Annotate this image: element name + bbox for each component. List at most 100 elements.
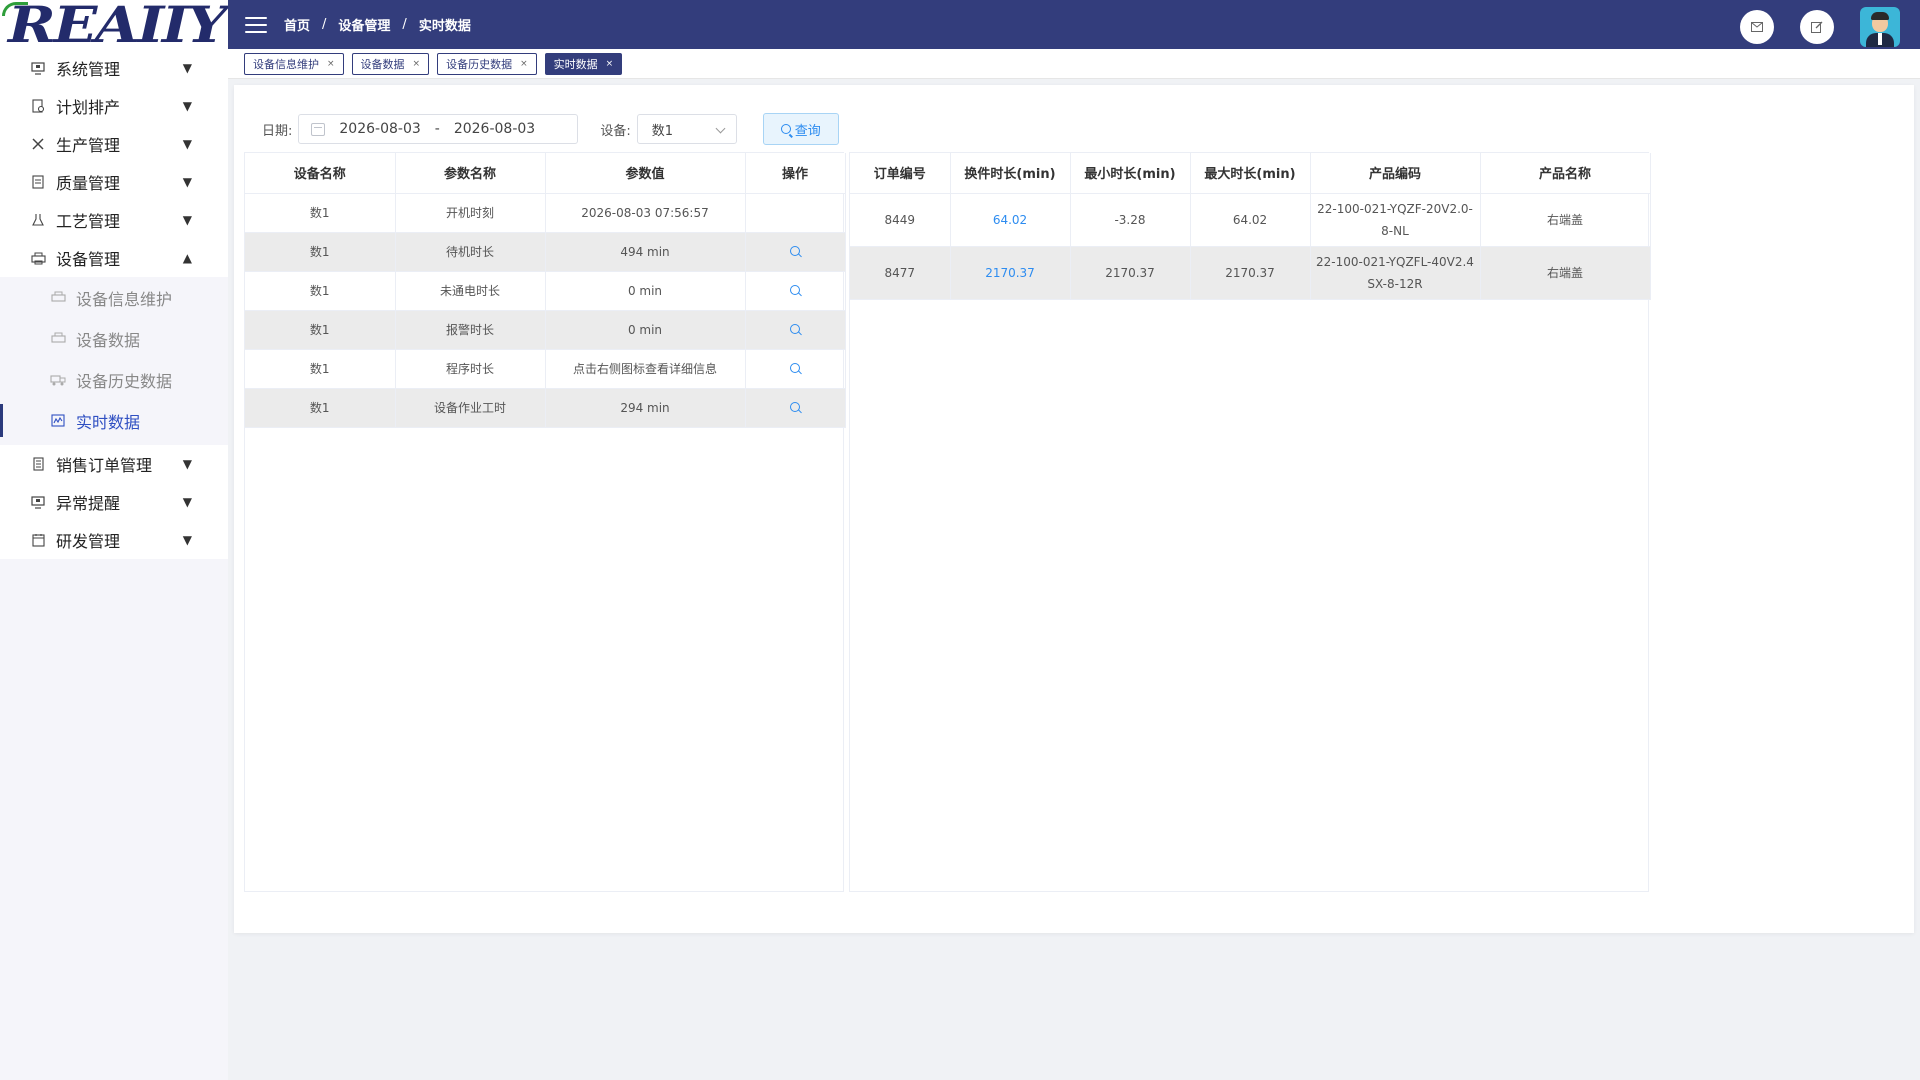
sidebar-item-planning[interactable]: 计划排产 ▼	[0, 87, 228, 125]
tab-realtime-data[interactable]: 实时数据 ×	[544, 52, 623, 75]
cell-value: 2026-08-03 07:56:57	[545, 193, 746, 233]
flask-icon	[30, 212, 46, 228]
tab-equipment-data[interactable]: 设备数据 ×	[351, 52, 430, 75]
sidebar-item-alerts[interactable]: 异常提醒 ▼	[0, 483, 228, 521]
sidebar-subitem-realtime[interactable]: 实时数据	[0, 400, 228, 441]
receipt-icon	[30, 456, 46, 472]
chart-line-icon	[50, 413, 66, 429]
cell-action	[745, 232, 846, 272]
tabs-bar: 设备信息维护 × 设备数据 × 设备历史数据 × 实时数据 ×	[228, 49, 1920, 79]
search-icon	[780, 124, 791, 134]
sidebar-subitem-label: 设备信息维护	[76, 289, 173, 309]
device-select[interactable]: 数1	[636, 114, 737, 144]
search-icon[interactable]	[790, 323, 800, 334]
sidebar-item-equipment[interactable]: 设备管理 ▲	[0, 239, 228, 277]
hamburger-menu-icon[interactable]	[245, 16, 267, 33]
mail-button[interactable]	[1740, 10, 1774, 44]
device-label: 设备:	[600, 123, 631, 139]
cell-param: 报警时长	[395, 310, 546, 350]
close-icon[interactable]: ×	[327, 59, 335, 69]
cell-change-duration-link[interactable]: 2170.37	[950, 246, 1071, 300]
top-header: 首页 / 设备管理 / 实时数据	[228, 0, 1920, 49]
search-icon[interactable]	[790, 284, 800, 295]
monitor-alert-icon	[30, 494, 46, 510]
logo: REAIIY	[0, 0, 228, 49]
edit-button[interactable]	[1800, 10, 1834, 44]
document-gear-icon	[30, 98, 46, 114]
sidebar-subitem-equipment-data[interactable]: 设备数据	[0, 318, 228, 359]
sidebar-item-process[interactable]: 工艺管理 ▼	[0, 201, 228, 239]
main-card: 日期: 2026-08-03 - 2026-08-03 设备: 数1 查询 设备…	[234, 85, 1914, 933]
calendar-icon	[30, 532, 46, 548]
breadcrumb: 首页 / 设备管理 / 实时数据	[284, 15, 471, 34]
chevron-down-icon	[715, 123, 726, 134]
cell-max: 2170.37	[1190, 246, 1311, 300]
sidebar-item-system[interactable]: 系统管理 ▼	[0, 49, 228, 87]
column-header: 参数值	[545, 153, 746, 194]
cell-value: 494 min	[545, 232, 746, 272]
cell-param: 待机时长	[395, 232, 546, 272]
caret-down-icon: ▼	[182, 533, 192, 547]
caret-up-icon: ▲	[182, 251, 192, 265]
sidebar-subitem-equipment-info[interactable]: 设备信息维护	[0, 277, 228, 318]
cell-value: 点击右侧图标查看详细信息	[545, 349, 746, 389]
search-icon[interactable]	[790, 245, 800, 256]
search-icon[interactable]	[790, 401, 800, 412]
table-row: 8449 64.02 -3.28 64.02 22-100-021-YQZF-2…	[850, 193, 1651, 247]
tab-equipment-info[interactable]: 设备信息维护 ×	[244, 52, 344, 75]
cell-action	[745, 193, 846, 233]
cell-action	[745, 349, 846, 389]
user-avatar[interactable]	[1860, 7, 1900, 47]
header-actions	[1714, 7, 1900, 47]
cell-action	[745, 271, 846, 311]
date-range-picker[interactable]: 2026-08-03 - 2026-08-03	[298, 114, 579, 144]
cell-param: 程序时长	[395, 349, 546, 389]
sidebar-item-label: 研发管理	[56, 532, 121, 551]
sidebar-subitem-equipment-history[interactable]: 设备历史数据	[0, 359, 228, 400]
cell-change-duration-link[interactable]: 64.02	[950, 193, 1071, 247]
close-icon[interactable]: ×	[520, 59, 528, 69]
sidebar-item-rnd[interactable]: 研发管理 ▼	[0, 521, 228, 559]
breadcrumb-equipment[interactable]: 设备管理	[338, 15, 390, 34]
sidebar-item-label: 计划排产	[56, 98, 121, 117]
cell-product-name: 右端盖	[1480, 193, 1651, 247]
sidebar-subitem-label: 实时数据	[76, 412, 141, 432]
cell-action	[745, 310, 846, 350]
cell-order: 8449	[850, 193, 951, 247]
column-header: 最大时长(min)	[1190, 153, 1311, 194]
param-table: 设备名称 参数名称 参数值 操作 数1 开机时刻 2026-08-03 07:5…	[244, 152, 846, 892]
tab-label: 设备数据	[360, 57, 405, 71]
mail-icon	[1751, 22, 1763, 32]
order-table: 订单编号 换件时长(min) 最小时长(min) 最大时长(min) 产品编码 …	[849, 152, 1651, 892]
product-code-line: SX-8-12R	[1367, 276, 1423, 291]
sidebar-item-label: 系统管理	[56, 60, 121, 79]
table-header-row: 订单编号 换件时长(min) 最小时长(min) 最大时长(min) 产品编码 …	[850, 153, 1651, 194]
breadcrumb-current: 实时数据	[418, 19, 471, 34]
breadcrumb-separator: /	[322, 17, 327, 32]
clipboard-icon	[30, 174, 46, 190]
date-start[interactable]: 2026-08-03	[339, 121, 420, 137]
close-icon[interactable]: ×	[413, 59, 421, 69]
tab-equipment-history[interactable]: 设备历史数据 ×	[437, 52, 537, 75]
column-header: 设备名称	[245, 153, 396, 194]
printer-icon	[50, 290, 66, 306]
sidebar-item-production[interactable]: 生产管理 ▼	[0, 125, 228, 163]
breadcrumb-home[interactable]: 首页	[284, 15, 310, 34]
sidebar-item-sales[interactable]: 销售订单管理 ▼	[0, 445, 228, 483]
column-header: 操作	[745, 153, 846, 194]
printer-icon	[30, 250, 46, 266]
cell-param: 开机时刻	[395, 193, 546, 233]
calendar-icon	[311, 122, 326, 136]
cell-param: 未通电时长	[395, 271, 546, 311]
query-button[interactable]: 查询	[762, 113, 839, 145]
product-code-line: 22-100-021-YQZFL-40V2.4	[1316, 254, 1474, 269]
sidebar-subitem-label: 设备数据	[76, 330, 141, 350]
cell-order: 8477	[850, 246, 951, 300]
cell-device: 数1	[245, 271, 396, 311]
sidebar-item-quality[interactable]: 质量管理 ▼	[0, 163, 228, 201]
column-header: 订单编号	[850, 153, 951, 194]
date-end[interactable]: 2026-08-03	[454, 121, 535, 137]
search-icon[interactable]	[790, 362, 800, 373]
close-icon[interactable]: ×	[606, 59, 614, 69]
date-separator: -	[434, 121, 440, 137]
